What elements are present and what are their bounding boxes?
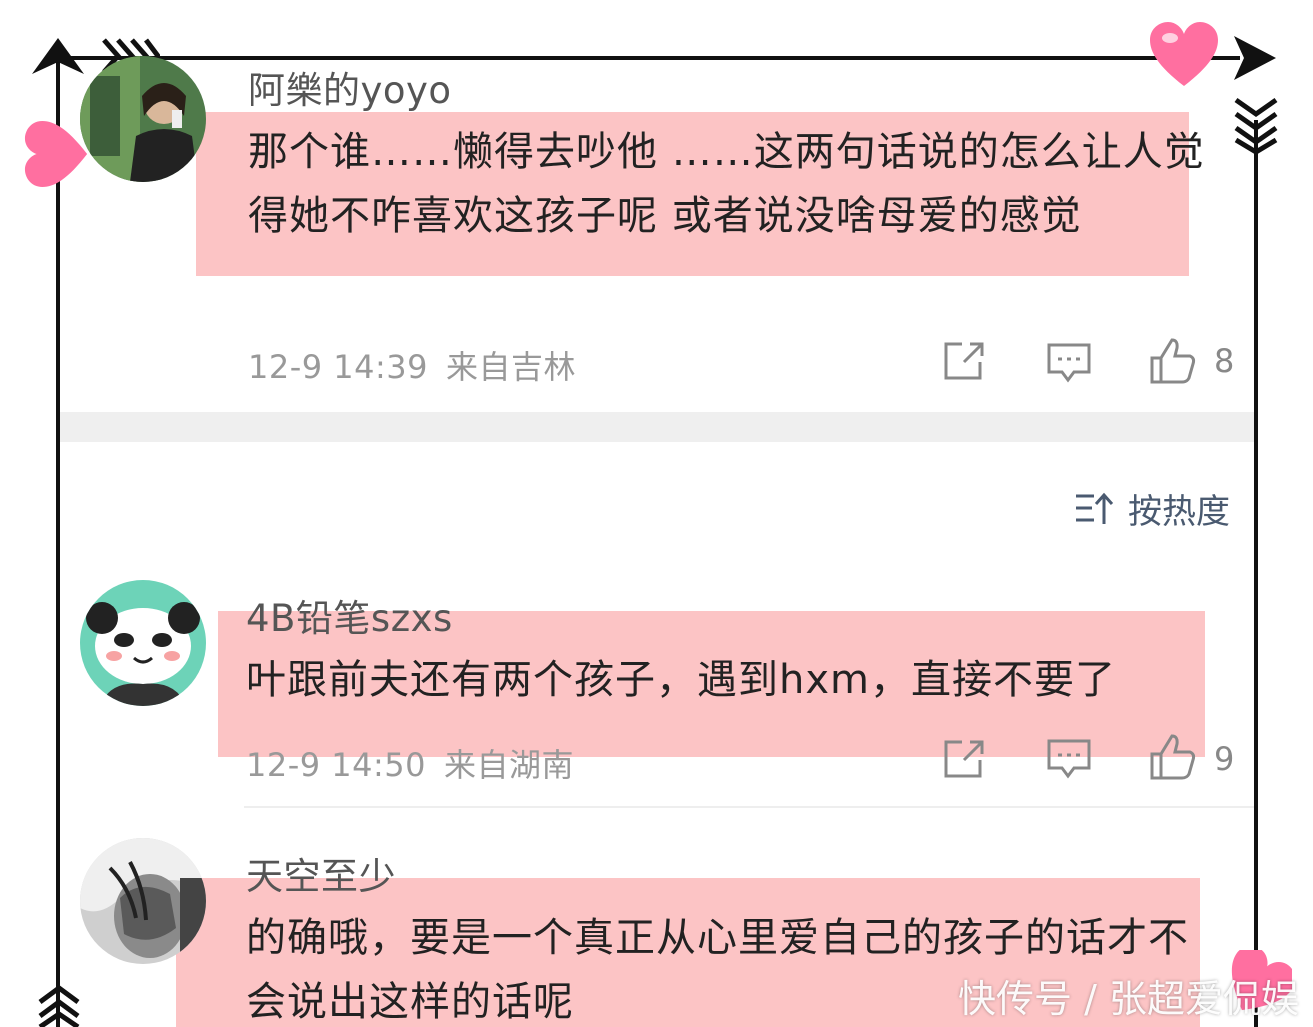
sort-icon (1076, 492, 1114, 524)
watermark: 快传号 / 张超爱侃娱 (958, 977, 1299, 1021)
sort-label: 按热度 (1128, 491, 1230, 532)
frame-left-line (56, 60, 60, 1027)
arrow-up-icon (32, 38, 84, 74)
share-icon[interactable] (942, 340, 986, 382)
arrow-fletching-icon (38, 984, 80, 1027)
like-icon[interactable] (1148, 336, 1198, 386)
section-separator (60, 412, 1254, 442)
comment-icon[interactable] (1046, 342, 1092, 384)
like-count: 8 (1214, 342, 1235, 380)
avatar[interactable] (80, 580, 206, 706)
arrow-fletching-icon (1234, 97, 1278, 154)
comment-meta: 12-9 14:39 来自吉林 (248, 342, 576, 388)
sort-button[interactable]: 按热度 (1074, 486, 1230, 532)
comment-username[interactable]: 天空至少 (246, 846, 396, 900)
arrow-right-icon (1234, 36, 1276, 80)
comment-location: 来自吉林 (446, 348, 577, 386)
comment-text: 那个谁……懒得去吵他 ……这两句话说的怎么让人觉得她不咋喜欢这孩子呢 或者说没啥… (248, 129, 1205, 239)
comment-date: 12-9 14:39 (248, 348, 429, 386)
frame-top-line (60, 56, 1240, 60)
comment-meta: 12-9 14:50 来自湖南 (246, 740, 574, 786)
avatar[interactable] (80, 838, 206, 964)
comment-icon[interactable] (1046, 738, 1092, 780)
comment-username[interactable]: 阿樂的yoyo (248, 60, 452, 114)
share-icon[interactable] (942, 738, 986, 780)
comment-username[interactable]: 4B铅笔szxs (246, 588, 453, 642)
heart-icon (1150, 22, 1218, 86)
avatar[interactable] (80, 56, 206, 182)
comment-text: 叶跟前夫还有两个孩子，遇到hxm，直接不要了 (246, 657, 1116, 703)
like-count: 9 (1214, 740, 1235, 778)
comment-date: 12-9 14:50 (246, 746, 427, 784)
like-icon[interactable] (1148, 732, 1198, 782)
frame-right-line (1254, 120, 1258, 1027)
comment-location: 来自湖南 (444, 746, 575, 784)
comment-divider (244, 806, 1254, 808)
